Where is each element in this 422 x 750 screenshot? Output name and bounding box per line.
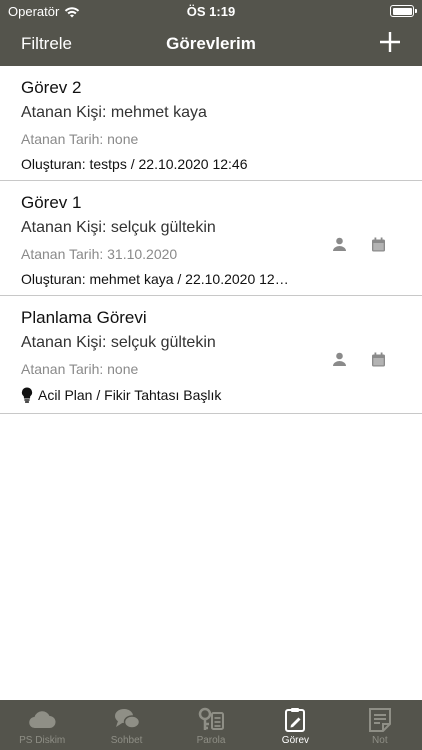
task-title: Görev 2 bbox=[21, 78, 82, 97]
task-date: Atanan Tarih: none bbox=[21, 131, 139, 147]
tab-label: Görev bbox=[281, 735, 310, 746]
cloud-icon bbox=[29, 711, 56, 729]
status-time: ÖS 1:19 bbox=[186, 4, 236, 19]
status-bar: Operatör ÖS 1:19 bbox=[0, 0, 422, 24]
task-actions bbox=[332, 237, 386, 252]
page-title: Görevlerim bbox=[166, 34, 256, 53]
task-title: Planlama Görevi bbox=[21, 308, 147, 327]
task-creator: Oluşturan: testps / 22.10.2020 12:46 bbox=[21, 156, 248, 172]
tab-ps-diskim[interactable]: PS Diskim bbox=[0, 700, 84, 750]
chat-icon bbox=[114, 709, 140, 729]
tab-label: Sohbet bbox=[110, 735, 143, 746]
task-actions bbox=[332, 352, 386, 367]
plan-label: Acil Plan / Fikir Tahtası Başlık bbox=[38, 387, 222, 403]
task-icon bbox=[285, 708, 306, 732]
task-date: Atanan Tarih: 31.10.2020 bbox=[21, 246, 178, 262]
task-assignee: Atanan Kişi: selçuk gültekin bbox=[21, 334, 216, 351]
tab-bar: PS Diskim Sohbet Parola Görev Not bbox=[0, 700, 422, 750]
tab-label: Not bbox=[372, 735, 388, 746]
person-icon[interactable] bbox=[332, 352, 347, 367]
add-icon[interactable] bbox=[378, 30, 402, 54]
task-list: Görev 2 Atanan Kişi: mehmet kaya Atanan … bbox=[0, 66, 422, 414]
calendar-icon[interactable] bbox=[371, 237, 386, 252]
key-icon bbox=[198, 707, 225, 730]
task-item[interactable]: Görev 2 Atanan Kişi: mehmet kaya Atanan … bbox=[0, 66, 422, 181]
tab-sohbet[interactable]: Sohbet bbox=[84, 700, 168, 750]
tab-gorev[interactable]: Görev bbox=[253, 700, 337, 750]
task-creator: Oluşturan: mehmet kaya / 22.10.2020 12:4… bbox=[21, 271, 291, 287]
task-item[interactable]: Görev 1 Atanan Kişi: selçuk gültekin Ata… bbox=[0, 181, 422, 296]
tab-label: Parola bbox=[196, 735, 226, 746]
task-assignee: Atanan Kişi: selçuk gültekin bbox=[21, 219, 216, 236]
task-item[interactable]: Planlama Görevi Atanan Kişi: selçuk gült… bbox=[0, 296, 422, 414]
battery-icon bbox=[390, 5, 417, 17]
task-plan: Acil Plan / Fikir Tahtası Başlık bbox=[21, 387, 221, 403]
task-title: Görev 1 bbox=[21, 193, 82, 212]
nav-bar: Filtrele Görevlerim bbox=[0, 24, 422, 66]
tab-label: PS Diskim bbox=[19, 735, 66, 746]
tab-not[interactable]: Not bbox=[338, 700, 422, 750]
task-assignee: Atanan Kişi: mehmet kaya bbox=[21, 104, 207, 121]
task-date: Atanan Tarih: none bbox=[21, 361, 139, 377]
app-header: Operatör ÖS 1:19 Filtrele Görevlerim bbox=[0, 0, 422, 66]
note-icon bbox=[368, 708, 391, 732]
tab-parola[interactable]: Parola bbox=[169, 700, 253, 750]
person-icon[interactable] bbox=[332, 237, 347, 252]
lightbulb-icon bbox=[21, 387, 33, 403]
calendar-icon[interactable] bbox=[371, 352, 386, 367]
